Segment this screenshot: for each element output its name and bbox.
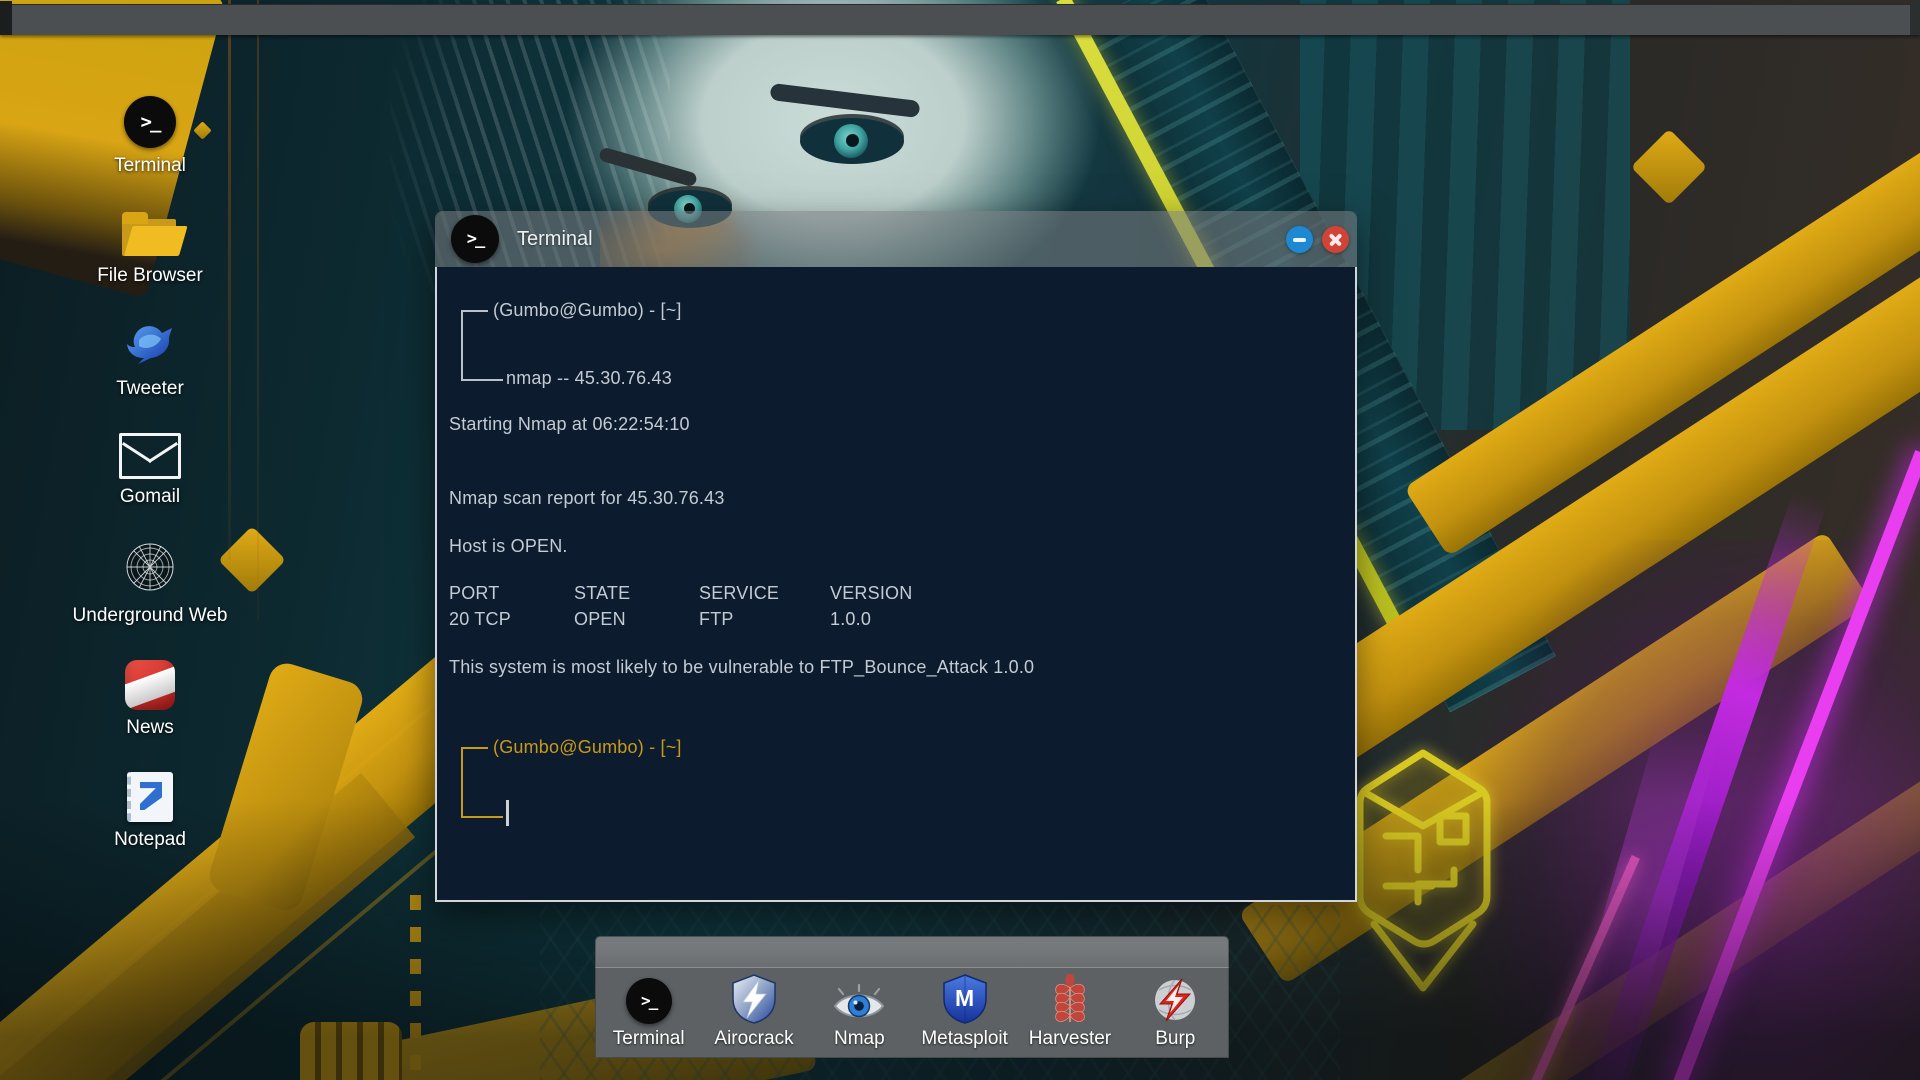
terminal-line-starting: Starting Nmap at 06:22:54:10 xyxy=(449,414,690,434)
dock-item-label: Airocrack xyxy=(714,1027,794,1049)
desktop-icon-gomail[interactable]: Gomail xyxy=(90,433,210,508)
desktop-icon-notepad[interactable]: Notepad xyxy=(90,772,210,851)
desktop-icon-label: News xyxy=(126,717,174,738)
terminal-line-vulnerability: This system is most likely to be vulnera… xyxy=(449,657,1035,677)
terminal-line-host: Host is OPEN. xyxy=(449,536,568,556)
terminal-cursor xyxy=(506,800,509,826)
desktop-icon-news[interactable]: News xyxy=(90,660,210,739)
desktop-icon-underground-web[interactable]: Underground Web xyxy=(73,541,227,627)
lightning-burst-icon xyxy=(1151,976,1199,1024)
neon-cube-graphic xyxy=(1338,726,1513,1011)
desktop-icon-label: Terminal xyxy=(114,155,186,176)
dock-item-nmap[interactable]: Nmap xyxy=(809,976,909,1050)
terminal-prompt-block: (Gumbo@Gumbo) - [~] nmap -- 45.30.76.43 xyxy=(449,299,1337,388)
shield-m-icon: M xyxy=(942,973,988,1024)
dock-item-terminal[interactable]: >_ Terminal xyxy=(599,976,699,1050)
terminal-line-report: Nmap scan report for 45.30.76.43 xyxy=(449,488,725,508)
prompt-user: (Gumbo@Gumbo) - [~] xyxy=(493,300,682,320)
port-table-cell: 20 TCP xyxy=(449,609,511,629)
port-table-header: SERVICE xyxy=(699,583,780,603)
dock-item-label: Metasploit xyxy=(921,1027,1008,1049)
dock-item-burp[interactable]: Burp xyxy=(1125,976,1225,1050)
terminal-icon: >_ xyxy=(451,215,499,263)
terminal-titlebar[interactable]: >_ Terminal xyxy=(435,211,1357,267)
port-table-header: VERSION xyxy=(830,583,913,603)
window-title: Terminal xyxy=(517,227,593,250)
terminal-prompt-block: (Gumbo@Gumbo) - [~] xyxy=(449,736,1337,826)
dock: >_ Terminal Airocrack Nmap M Metasploit … xyxy=(595,967,1229,1058)
dock-item-label: Harvester xyxy=(1028,1027,1112,1049)
dock-item-harvester[interactable]: Harvester xyxy=(1020,973,1120,1050)
desktop-icon-label: Gomail xyxy=(119,486,181,507)
port-table-header: PORT xyxy=(449,583,500,603)
bird-icon xyxy=(126,320,174,371)
notepad-icon xyxy=(127,772,173,822)
close-button[interactable] xyxy=(1322,226,1349,253)
spiderweb-icon xyxy=(124,541,176,598)
port-table-cell: FTP xyxy=(699,609,734,629)
dock-item-label: Burp xyxy=(1155,1027,1196,1049)
desktop: >_ Terminal File Browser Tweeter Gomail … xyxy=(0,0,1920,1080)
dock-item-airocrack[interactable]: Airocrack xyxy=(704,973,804,1050)
desktop-icon-label: Underground Web xyxy=(72,605,228,626)
folder-icon xyxy=(120,210,188,258)
dock-item-metasploit[interactable]: M Metasploit xyxy=(915,973,1015,1050)
envelope-icon xyxy=(119,433,181,479)
minimize-button[interactable] xyxy=(1286,226,1313,253)
desktop-icon-label: File Browser xyxy=(97,265,203,286)
dock-item-label: Nmap xyxy=(833,1027,885,1049)
terminal-icon: >_ xyxy=(625,977,672,1024)
prompt-user: (Gumbo@Gumbo) - [~] xyxy=(493,737,682,757)
desktop-icon-column: >_ Terminal File Browser Tweeter Gomail … xyxy=(73,96,227,851)
eye-icon xyxy=(832,976,886,1024)
news-icon xyxy=(125,660,175,710)
nmap-port-table: PORT STATE SERVICE VERSION 20 TCP OPEN F… xyxy=(449,583,1337,630)
desktop-icon-tweeter[interactable]: Tweeter xyxy=(90,320,210,400)
wheat-icon xyxy=(1052,973,1088,1024)
desktop-icon-label: Notepad xyxy=(114,829,186,850)
shield-bolt-icon xyxy=(731,973,777,1024)
terminal-output-area[interactable]: (Gumbo@Gumbo) - [~] nmap -- 45.30.76.43 … xyxy=(435,267,1357,902)
port-table-cell: OPEN xyxy=(574,609,626,629)
port-table-cell: 1.0.0 xyxy=(830,609,872,629)
terminal-icon: >_ xyxy=(124,96,176,148)
terminal-window: >_ Terminal (Gumbo@Gumbo) - [~] nmap -- … xyxy=(435,211,1357,902)
top-bar xyxy=(0,1,1920,35)
background-window-bar xyxy=(595,936,1229,968)
dock-item-label: Terminal xyxy=(612,1027,685,1049)
port-table-header: STATE xyxy=(574,583,631,603)
metasploit-monogram: M xyxy=(955,984,975,1011)
desktop-icon-label: Tweeter xyxy=(116,378,184,399)
prompt-command: nmap -- 45.30.76.43 xyxy=(506,368,672,388)
desktop-icon-terminal[interactable]: >_ Terminal xyxy=(90,96,210,177)
desktop-icon-file-browser[interactable]: File Browser xyxy=(90,210,210,287)
